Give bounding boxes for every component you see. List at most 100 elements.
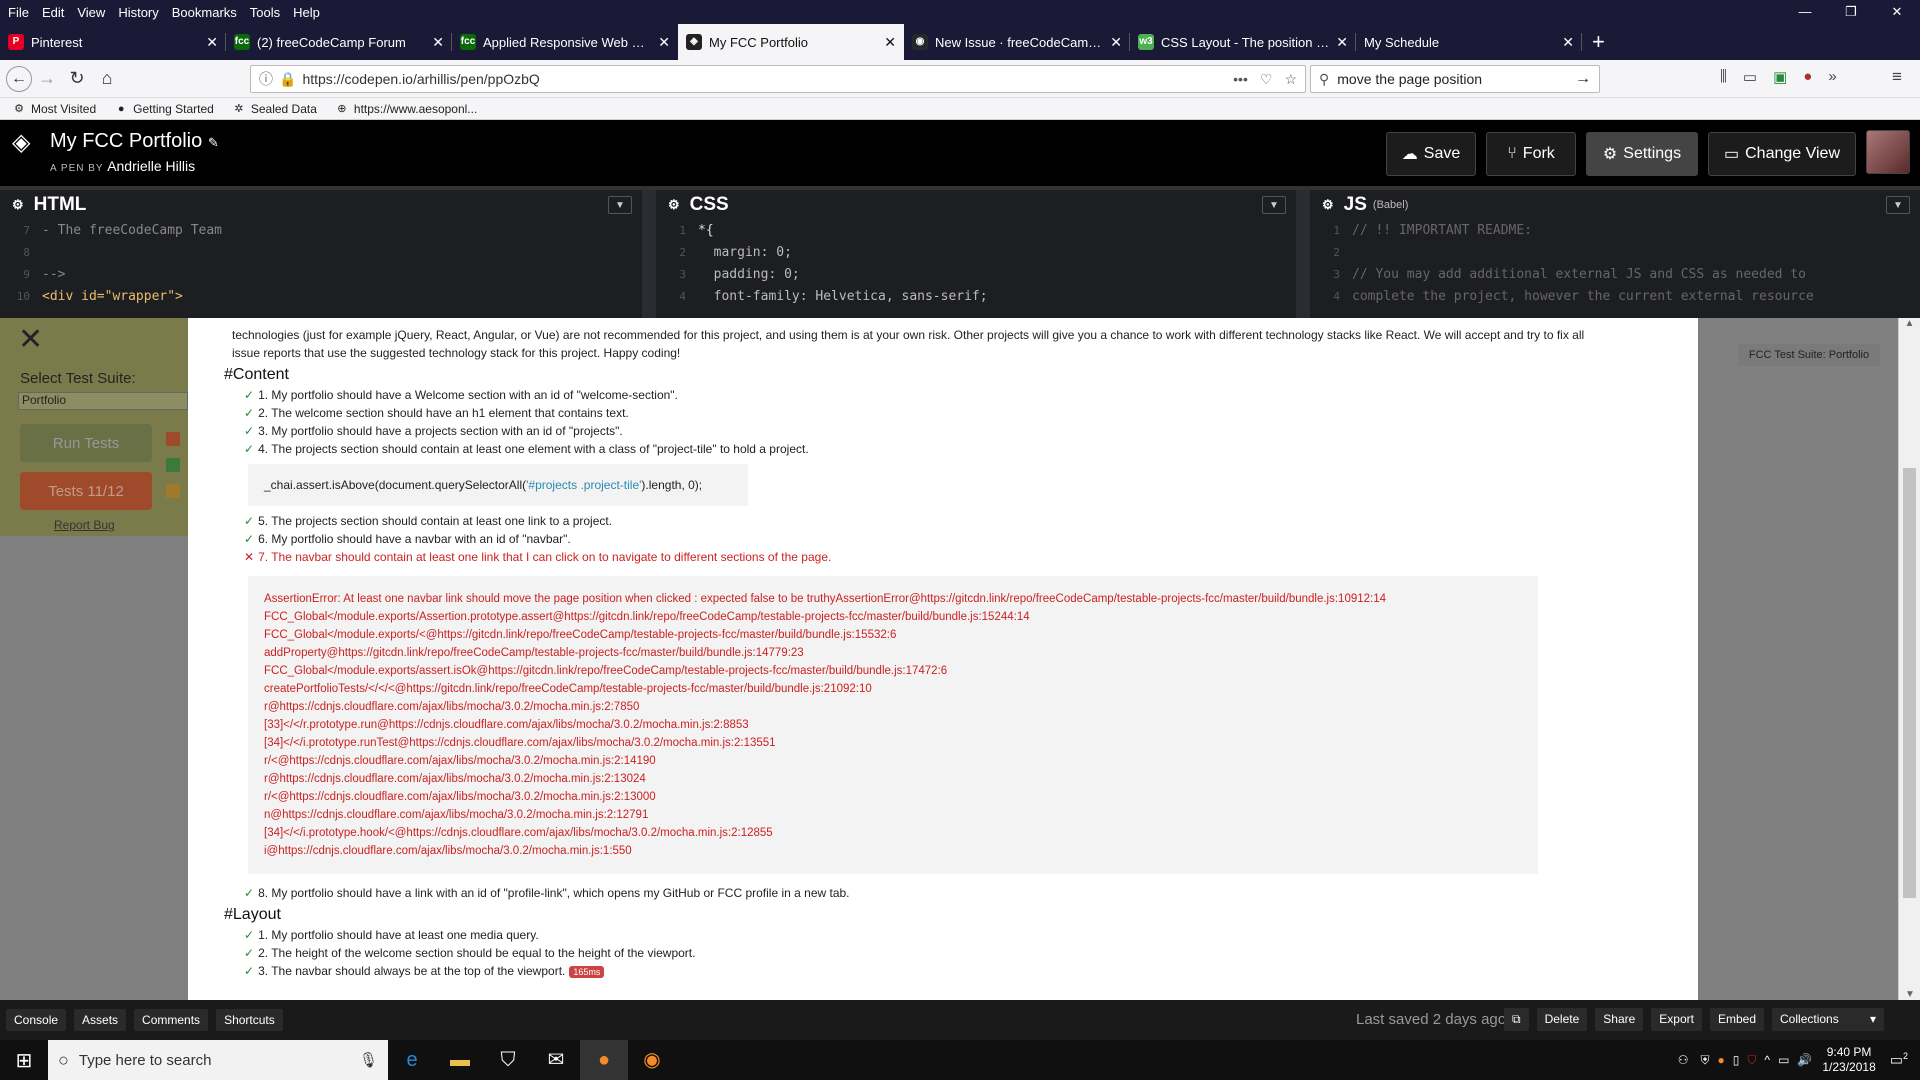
passed-test[interactable]: ✓ 6. My portfolio should have a navbar wi…: [244, 530, 1668, 548]
test-suite-select[interactable]: Portfolio: [18, 392, 188, 410]
js-code[interactable]: 1 // !! IMPORTANT README: 2 3 // You may add…: [1310, 220, 1920, 308]
menu-file[interactable]: File: [8, 5, 29, 20]
change-view-button[interactable]: ▭ Change View: [1708, 132, 1856, 176]
codepen-logo-icon[interactable]: ◈: [12, 130, 38, 156]
save-button[interactable]: ☁ Save: [1386, 132, 1476, 176]
footer-shortcuts-button[interactable]: Shortcuts: [216, 1009, 283, 1031]
collections-button[interactable]: Collections ▾: [1772, 1008, 1885, 1031]
pocket-icon[interactable]: ♡: [1260, 71, 1273, 88]
pen-author[interactable]: Andrielle Hillis: [107, 158, 195, 174]
network-icon[interactable]: ▭: [1778, 1053, 1789, 1067]
open-external-icon[interactable]: ⧉: [1504, 1008, 1529, 1031]
battery-icon[interactable]: ▯: [1733, 1053, 1740, 1067]
scrollbar[interactable]: ▲ ▼: [1898, 318, 1920, 1000]
close-tab-icon[interactable]: ✕: [432, 34, 444, 51]
menu-history[interactable]: History: [118, 5, 158, 20]
passed-test[interactable]: ✓ 4. The projects section should contain …: [244, 440, 1668, 458]
store-icon[interactable]: ⛉: [484, 1040, 532, 1080]
menu-view[interactable]: View: [77, 5, 105, 20]
bookmark-item[interactable]: ● Getting Started: [114, 102, 214, 116]
mcafee-icon[interactable]: ⛉: [1747, 1053, 1756, 1068]
library-icon[interactable]: ⫼: [1720, 68, 1727, 86]
footer-embed-button[interactable]: Embed: [1709, 1008, 1765, 1031]
close-tab-icon[interactable]: ✕: [884, 34, 896, 51]
tests-button[interactable]: Tests 11/12: [20, 472, 152, 510]
css-code[interactable]: 1 *{2 margin: 0; 3 padding: 0; 4 font-famil…: [656, 220, 1296, 308]
tab-4[interactable]: ◈ My FCC Portfolio ✕: [678, 24, 904, 60]
passed-test[interactable]: ✓ 1. My portfolio should have at least on…: [244, 926, 1668, 944]
footer-share-button[interactable]: Share: [1595, 1008, 1644, 1031]
scroll-up-icon[interactable]: ▲: [1899, 318, 1920, 329]
passed-test[interactable]: ✓ 3. My portfolio should have a projects …: [244, 422, 1668, 440]
edge-icon[interactable]: e: [388, 1040, 436, 1080]
search-text[interactable]: move the page position: [1337, 71, 1575, 87]
passed-test[interactable]: ✓ 2. The welcome section should have an h…: [244, 404, 1668, 422]
firefox-icon[interactable]: ●: [580, 1040, 628, 1080]
footer-console-button[interactable]: Console: [6, 1009, 67, 1031]
footer-delete-button[interactable]: Delete: [1536, 1008, 1588, 1031]
passed-test[interactable]: ✓ 5. The projects section should contain …: [244, 512, 1668, 530]
avatar[interactable]: [1866, 130, 1910, 174]
js-editor[interactable]: ⚙ JS (Babel) ▼ 1 // !! IMPORTANT README: 2 3 //…: [1310, 190, 1920, 318]
close-tab-icon[interactable]: ✕: [658, 34, 670, 51]
report-bug-link[interactable]: Report Bug: [54, 518, 115, 532]
chevron-down-icon[interactable]: ▼: [608, 196, 632, 214]
menu-bookmarks[interactable]: Bookmarks: [172, 5, 237, 20]
passed-test[interactable]: ✓ 2. The height of the welcome section sh…: [244, 944, 1668, 962]
url-bar[interactable]: ⓘ 🔒 https://codepen.io/arhillis/pen/ppOz…: [250, 65, 1306, 93]
bookmark-item[interactable]: ✲ Sealed Data: [232, 102, 317, 116]
info-icon[interactable]: ⓘ: [259, 69, 273, 89]
passed-test[interactable]: ✓ 1. My portfolio should have a Welcome s…: [244, 386, 1668, 404]
pen-title[interactable]: My FCC Portfolio ✎: [50, 130, 219, 153]
tab-5[interactable]: ◉ New Issue · freeCodeCamp/testable ✕: [904, 24, 1130, 60]
bookmark-star-icon[interactable]: ☆: [1284, 71, 1297, 88]
mask-extension-icon[interactable]: ●: [1803, 68, 1812, 86]
close-tab-icon[interactable]: ✕: [206, 34, 218, 51]
forward-arrow-icon[interactable]: →: [32, 68, 62, 89]
mail-icon[interactable]: ✉: [532, 1040, 580, 1080]
passed-test[interactable]: ✓ 3. The navbar should always be at the t…: [244, 962, 1668, 981]
extension-icon[interactable]: ▣: [1773, 68, 1787, 86]
tab-1[interactable]: P Pinterest ✕: [0, 24, 226, 60]
overflow-icon[interactable]: »: [1828, 68, 1836, 86]
bookmark-item[interactable]: ⚙ Most Visited: [12, 102, 96, 116]
page-actions-icon[interactable]: •••: [1233, 71, 1248, 87]
minimize-icon[interactable]: —: [1782, 0, 1828, 24]
close-icon[interactable]: ✕: [18, 322, 43, 357]
new-tab-icon[interactable]: +: [1582, 24, 1615, 60]
maximize-icon[interactable]: ❐: [1828, 0, 1874, 24]
run-tests-button[interactable]: Run Tests: [20, 424, 152, 462]
menu-edit[interactable]: Edit: [42, 5, 64, 20]
chevron-down-icon[interactable]: ▼: [1262, 196, 1286, 214]
bookmark-item[interactable]: ⊕ https://www.aesoponl...: [335, 102, 477, 116]
clock[interactable]: 9:40 PM 1/23/2018: [1822, 1045, 1875, 1075]
back-arrow-icon[interactable]: ←: [6, 65, 32, 92]
css-editor[interactable]: ⚙ CSS ▼ 1 *{2 margin: 0; 3 padding: 0; 4 font…: [656, 190, 1310, 318]
menu-help[interactable]: Help: [293, 5, 320, 20]
chevron-down-icon[interactable]: ▼: [1886, 196, 1910, 214]
gear-icon[interactable]: ⚙: [12, 197, 24, 213]
people-icon[interactable]: ⚇: [1678, 1053, 1689, 1067]
taskbar-search[interactable]: ○ Type here to search 🎙: [48, 1040, 388, 1080]
url-text[interactable]: https://codepen.io/arhillis/pen/ppOzbQ: [302, 71, 1233, 87]
pencil-icon[interactable]: ✎: [208, 135, 219, 150]
file-explorer-icon[interactable]: ▬: [436, 1040, 484, 1080]
volume-icon[interactable]: 🔊: [1797, 1053, 1812, 1067]
scroll-down-icon[interactable]: ▼: [1899, 989, 1920, 1000]
search-bar[interactable]: ⚲ move the page position →: [1310, 65, 1600, 93]
gear-icon[interactable]: ⚙: [1322, 197, 1334, 213]
passed-test[interactable]: ✓ 8. My portfolio should have a link with…: [244, 884, 1668, 902]
footer-assets-button[interactable]: Assets: [74, 1009, 127, 1031]
close-tab-icon[interactable]: ✕: [1562, 34, 1574, 51]
fork-button[interactable]: ⑂ Fork: [1486, 132, 1576, 176]
reload-icon[interactable]: ↻: [62, 68, 92, 89]
failed-test[interactable]: ✕ 7. The navbar should contain at least o…: [244, 548, 1668, 566]
tab-2[interactable]: fcc (2) freeCodeCamp Forum ✕: [226, 24, 452, 60]
windows-start-icon[interactable]: ⊞: [0, 1048, 48, 1073]
html-editor[interactable]: ⚙ HTML ▼ 7 - The freeCodeCamp Team 8 9 --> 10 <d…: [0, 190, 656, 318]
origin-icon[interactable]: ◉: [628, 1040, 676, 1080]
settings-button[interactable]: ⚙ Settings: [1586, 132, 1698, 176]
tab-7[interactable]: My Schedule ✕: [1356, 24, 1582, 60]
origin-tray-icon[interactable]: ●: [1718, 1053, 1725, 1067]
microphone-icon[interactable]: 🎙: [359, 1051, 378, 1069]
